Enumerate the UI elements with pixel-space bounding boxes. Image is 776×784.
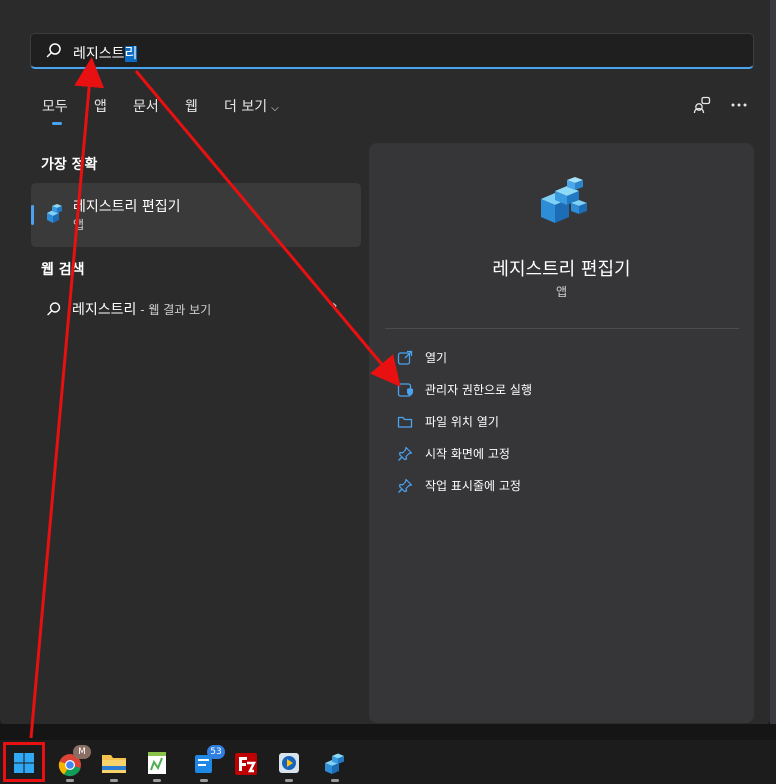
more-options-icon[interactable] [730, 96, 748, 114]
tab-web[interactable]: 웹 [185, 96, 198, 116]
web-search-query: 레지스트리 [72, 302, 137, 318]
running-indicator [285, 779, 293, 782]
pin-icon [398, 446, 413, 461]
folder-icon [397, 416, 413, 428]
registry-editor-large-icon [541, 177, 587, 223]
web-search-suffix: - 웹 결과 보기 [136, 303, 212, 317]
pin-icon [398, 478, 413, 493]
admin-shield-icon [397, 383, 413, 397]
running-indicator [66, 779, 74, 782]
web-search-heading: 웹 검색 [41, 262, 85, 278]
start-button[interactable] [7, 746, 41, 780]
chrome-profile-badge: M [73, 745, 91, 759]
account-switch-icon[interactable] [693, 96, 711, 114]
running-indicator [153, 779, 161, 782]
taskbar-filezilla[interactable] [229, 746, 263, 780]
running-indicator [331, 779, 339, 782]
open-file-location-action[interactable]: 파일 위치 열기 [397, 412, 697, 432]
open-label: 열기 [425, 351, 448, 365]
detail-title: 레지스트리 편집기 [492, 259, 631, 280]
search-query: 레지스트리 [73, 46, 138, 62]
run-as-admin-label: 관리자 권한으로 실행 [425, 383, 532, 397]
registry-editor-icon [47, 204, 62, 223]
open-icon [397, 350, 413, 365]
taskbar-notepad-plus[interactable] [140, 746, 174, 782]
start-search-panel: 레지스트리 모두 앱 문서 웹 더 보기 ⌵ 가장 정확 레지스트리 편집기 앱 … [0, 0, 770, 726]
search-query-selection: 리 [124, 46, 138, 62]
search-icon [47, 302, 61, 316]
open-action[interactable]: 열기 [397, 348, 697, 368]
detail-type: 앱 [555, 285, 568, 299]
tab-documents[interactable]: 문서 [133, 96, 159, 116]
taskbar: M 53 [0, 740, 776, 784]
web-search-result[interactable]: 레지스트리 - 웹 결과 보기 › [46, 298, 346, 320]
windows-logo-icon [14, 753, 34, 773]
desktop-background-right [770, 0, 776, 740]
best-match-heading: 가장 정확 [41, 157, 98, 173]
taskbar-chrome[interactable]: M [53, 745, 91, 782]
best-match-result[interactable]: 레지스트리 편집기 앱 [31, 183, 361, 247]
search-input[interactable]: 레지스트리 [30, 33, 754, 69]
detail-panel: 레지스트리 편집기 앱 열기 관리자 권한으로 실행 파일 위치 열기 시작 화… [369, 143, 754, 723]
search-icon [46, 43, 61, 58]
running-indicator [200, 779, 208, 782]
pin-to-taskbar-action[interactable]: 작업 표시줄에 고정 [397, 476, 697, 496]
running-indicator [110, 779, 118, 782]
tab-more[interactable]: 더 보기 ⌵ [224, 96, 279, 116]
desktop-background-bottom [0, 724, 776, 740]
open-file-location-label: 파일 위치 열기 [425, 415, 499, 429]
best-match-title: 레지스트리 편집기 [73, 199, 181, 215]
taskbar-messenger[interactable]: 53 [187, 745, 225, 782]
chevron-right-icon: › [332, 298, 338, 314]
best-match-type: 앱 [73, 218, 85, 232]
web-search-label: 레지스트리 - 웹 결과 보기 [72, 299, 211, 319]
notification-badge: 53 [207, 745, 225, 759]
tab-apps[interactable]: 앱 [94, 96, 107, 116]
filezilla-icon [235, 753, 257, 775]
media-app-icon [279, 753, 299, 773]
pin-to-start-action[interactable]: 시작 화면에 고정 [397, 444, 697, 464]
tab-all[interactable]: 모두 [42, 96, 68, 125]
run-as-admin-action[interactable]: 관리자 권한으로 실행 [397, 380, 697, 400]
selection-indicator [31, 205, 34, 225]
notepad-plus-icon [148, 752, 166, 774]
divider [385, 328, 739, 329]
pin-to-start-label: 시작 화면에 고정 [425, 447, 510, 461]
taskbar-file-explorer[interactable] [97, 746, 131, 782]
pin-to-taskbar-label: 작업 표시줄에 고정 [425, 479, 521, 493]
taskbar-registry-editor[interactable] [318, 746, 352, 782]
registry-editor-icon [325, 753, 344, 774]
taskbar-media-app[interactable] [272, 746, 306, 782]
file-explorer-icon [102, 755, 126, 773]
tab-more-label: 더 보기 [224, 99, 268, 115]
chevron-down-icon: ⌵ [271, 103, 279, 114]
